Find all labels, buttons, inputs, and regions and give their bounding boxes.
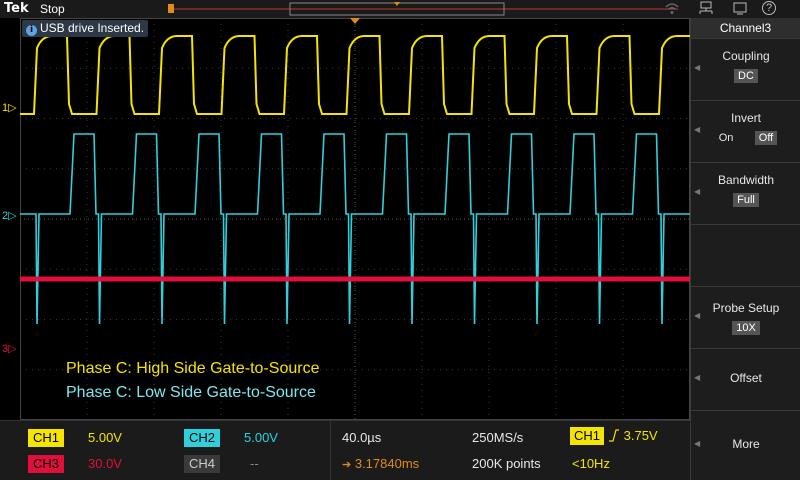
- trigger-level[interactable]: 3.75V: [608, 427, 658, 445]
- trigger-frequency: <10Hz: [572, 456, 610, 471]
- bandwidth-label: Bandwidth: [717, 173, 775, 187]
- ch4-badge[interactable]: CH4: [184, 455, 220, 473]
- acquisition-state[interactable]: Stop: [40, 2, 65, 16]
- menu-arrow-icon: ◀: [694, 439, 701, 448]
- more-menu-item[interactable]: ◀ More: [691, 410, 800, 480]
- trigger-position-marker: [168, 4, 174, 13]
- ch4-scale[interactable]: --: [250, 455, 259, 473]
- more-label: More: [732, 437, 760, 451]
- usb-notification: i USB drive Inserted.: [22, 20, 149, 37]
- trigger-time-marker: [350, 18, 360, 24]
- offset-label: Offset: [730, 371, 762, 385]
- invert-on-option[interactable]: On: [715, 131, 738, 145]
- horizontal-scale[interactable]: 40.0µs: [342, 429, 381, 447]
- menu-arrow-icon: ◀: [694, 125, 701, 134]
- menu-arrow-icon: ◀: [694, 373, 701, 382]
- ch1-marker-label: 1: [2, 102, 9, 114]
- top-icons: ?: [665, 0, 800, 18]
- annotation-low-side: Phase C: Low Side Gate-to-Source: [66, 384, 316, 401]
- menu-arrow-icon: ◀: [694, 311, 701, 320]
- coupling-value[interactable]: DC: [734, 69, 758, 83]
- bandwidth-value[interactable]: Full: [733, 193, 759, 207]
- probe-setup-label: Probe Setup: [712, 301, 780, 315]
- ch1-offset-marker[interactable]: 1▷: [2, 101, 17, 114]
- ch2-badge[interactable]: CH2: [184, 429, 220, 447]
- help-icon[interactable]: ?: [762, 1, 776, 15]
- trigger-source-badge[interactable]: CH1: [570, 427, 604, 445]
- record-center-marker: [394, 2, 400, 6]
- invert-menu-item[interactable]: ◀ Invert On Off: [691, 100, 800, 162]
- ch1-badge[interactable]: CH1: [28, 429, 64, 447]
- network-icon: [698, 1, 714, 18]
- coupling-menu-item[interactable]: ◀ Coupling DC: [691, 38, 800, 100]
- ch2-offset-marker[interactable]: 2▷: [2, 209, 17, 222]
- probe-setup-menu-item[interactable]: ◀ Probe Setup 10X: [691, 286, 800, 348]
- probe-setup-value[interactable]: 10X: [732, 321, 760, 335]
- side-menu-title: Channel3: [691, 18, 800, 38]
- status-divider: [330, 421, 331, 480]
- trigger-delay-value: 3.17840ms: [354, 456, 420, 471]
- trigger-level-value: 3.75V: [623, 428, 658, 443]
- ch3-badge[interactable]: CH3: [28, 455, 64, 473]
- ch3-scale[interactable]: 30.0V: [88, 455, 122, 473]
- ch2-marker-label: 2: [2, 210, 9, 222]
- delay-arrow-icon: ➔: [342, 459, 352, 471]
- offset-menu-item[interactable]: ◀ Offset: [691, 348, 800, 410]
- status-bar: CH1 5.00V CH2 5.00V CH3 30.0V CH4 -- 40.…: [0, 420, 690, 480]
- brand-logo: Tek: [4, 1, 29, 16]
- top-bar: Tek Stop: [0, 0, 690, 18]
- record-view-bar[interactable]: [168, 2, 682, 16]
- info-icon: i: [26, 25, 37, 36]
- ch1-scale[interactable]: 5.00V: [88, 429, 122, 447]
- record-length[interactable]: 200K points: [472, 455, 541, 473]
- ch2-scale[interactable]: 5.00V: [244, 429, 278, 447]
- menu-arrow-icon: ◀: [694, 63, 701, 72]
- rising-edge-icon: [608, 428, 624, 443]
- invert-off-option[interactable]: Off: [754, 131, 778, 145]
- ch3-marker-label: 3: [2, 343, 9, 355]
- wifi-icon: [664, 1, 680, 18]
- screen-lock-icon[interactable]: [732, 1, 748, 18]
- trigger-delay[interactable]: ➔ 3.17840ms: [342, 455, 419, 474]
- ch3-offset-marker[interactable]: 3▷: [2, 342, 17, 355]
- bandwidth-menu-item[interactable]: ◀ Bandwidth Full: [691, 162, 800, 224]
- usb-notification-text: USB drive Inserted.: [40, 21, 145, 35]
- menu-arrow-icon: ◀: [694, 187, 701, 196]
- invert-label: Invert: [730, 111, 761, 125]
- annotation-high-side: Phase C: High Side Gate-to-Source: [66, 360, 320, 377]
- empty-menu-slot: [691, 224, 800, 286]
- sample-rate[interactable]: 250MS/s: [472, 429, 523, 447]
- channel-side-menu: Channel3 ◀ Coupling DC ◀ Invert On Off ◀…: [690, 18, 800, 480]
- coupling-label: Coupling: [722, 49, 770, 63]
